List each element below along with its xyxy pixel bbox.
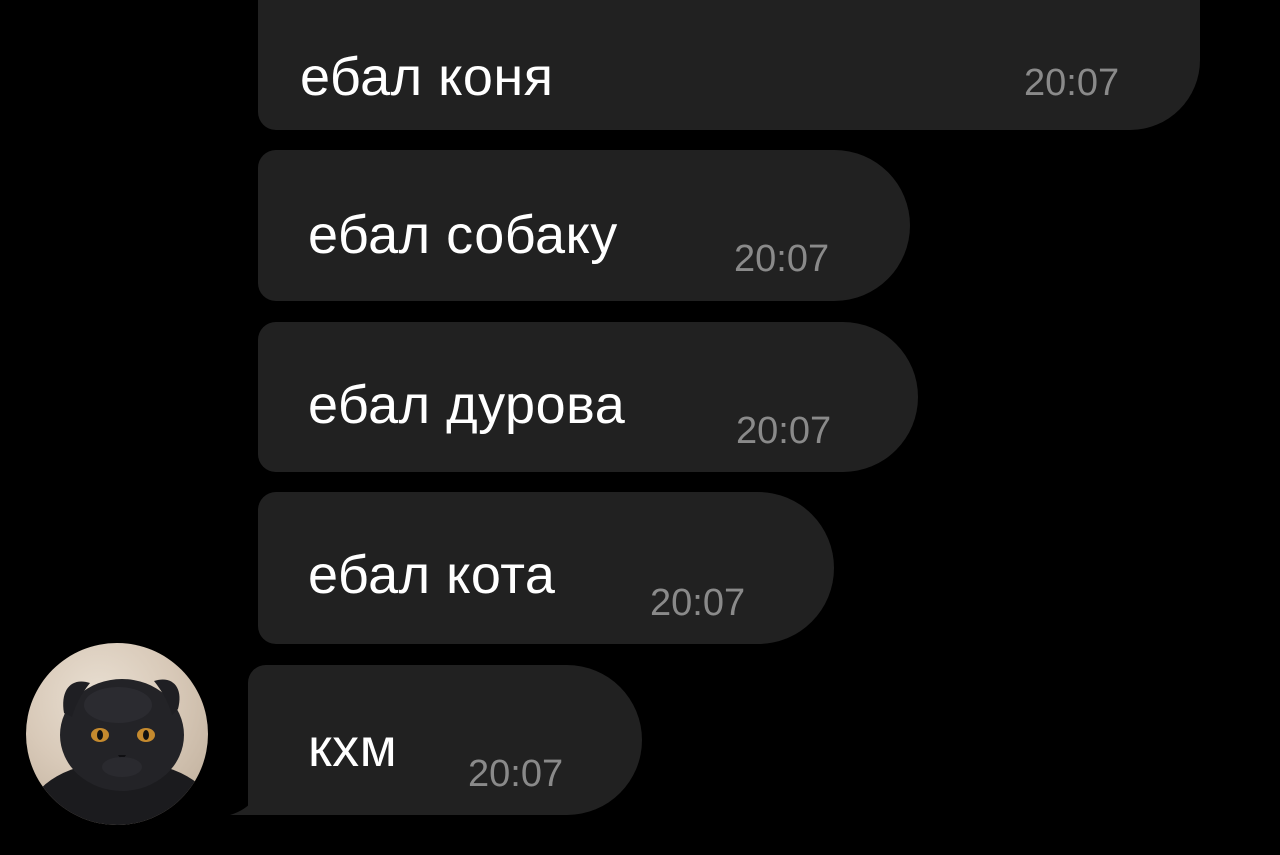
message-text: ебал кота: [308, 545, 556, 605]
message-text: кхм: [308, 718, 398, 778]
cat-avatar-icon[interactable]: [26, 643, 208, 825]
message-text: ебал дурова: [308, 375, 626, 435]
message-time: 20:07: [734, 238, 830, 280]
chat-area: ебал коня 20:07 ебал собаку 20:07 ебал д…: [0, 0, 1280, 855]
message-bubble[interactable]: ебал коня 20:07: [258, 0, 1200, 130]
message-time: 20:07: [1024, 62, 1120, 104]
message-bubble[interactable]: ебал дурова 20:07: [258, 322, 918, 472]
message-time: 20:07: [650, 582, 746, 624]
message-text: ебал собаку: [308, 205, 618, 265]
message-time: 20:07: [468, 753, 564, 795]
message-bubble[interactable]: ебал собаку 20:07: [258, 150, 910, 301]
message-time: 20:07: [736, 410, 832, 452]
message-bubble[interactable]: кхм 20:07: [248, 665, 642, 815]
message-text: ебал коня: [300, 47, 554, 107]
cat-icon: [30, 679, 208, 825]
message-bubble[interactable]: ебал кота 20:07: [258, 492, 834, 644]
